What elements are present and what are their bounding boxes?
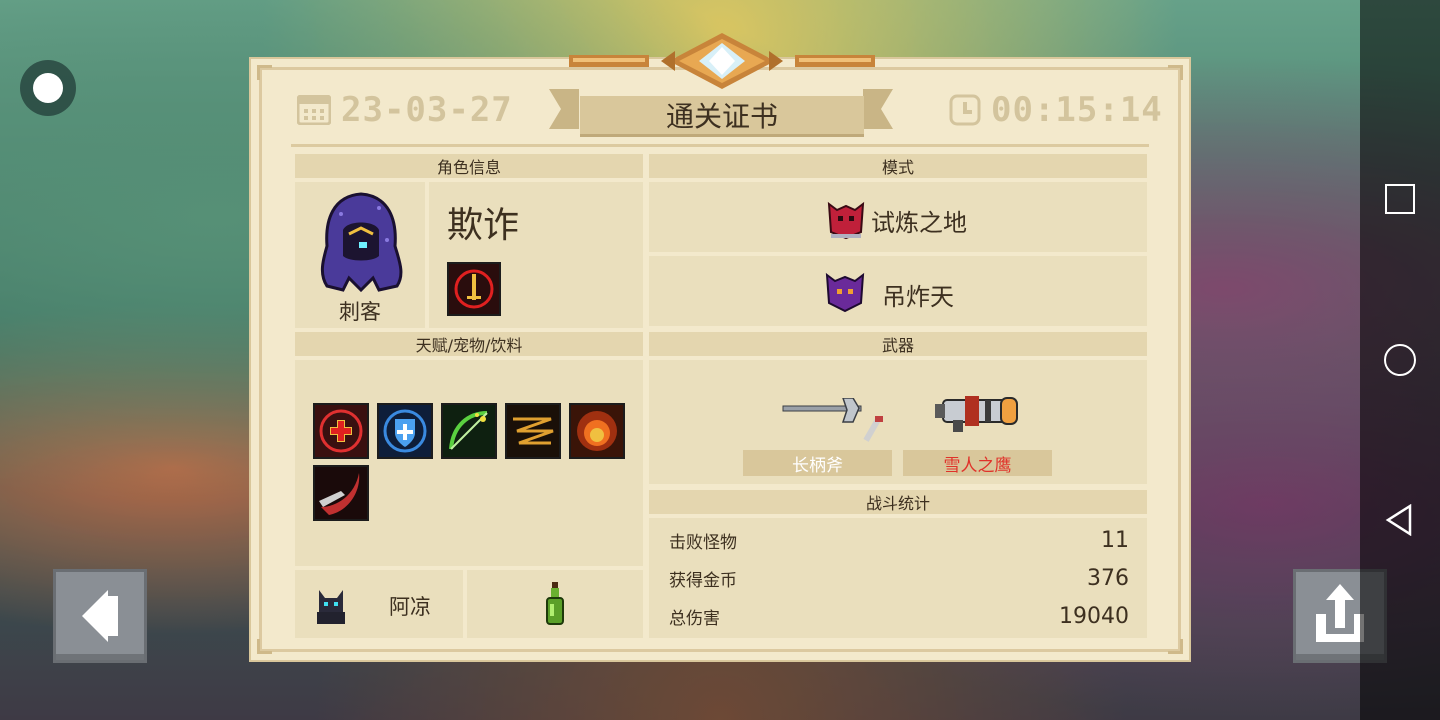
mode-name-2: 吊炸天 xyxy=(882,283,954,311)
talent-fire-icon xyxy=(569,403,625,459)
clock-icon xyxy=(949,94,981,126)
clear-certificate: 23-03-27 通关证书 00:15:14 角色信息 刺客 欺诈 模式 试炼之… xyxy=(249,33,1191,662)
stat-row-damage: 总伤害 19040 xyxy=(669,604,1129,629)
mode-name-1: 试炼之地 xyxy=(871,209,967,237)
clear-time: 00:15:14 xyxy=(949,89,1163,131)
stat-value: 11 xyxy=(1101,528,1129,553)
title-divider xyxy=(291,144,1149,147)
buffs-section-header: 天赋/宠物/饮料 xyxy=(295,332,643,356)
black-cat-pet-icon xyxy=(317,590,345,624)
date-text: 23-03-27 xyxy=(341,90,513,130)
mode-item-1: 试炼之地 xyxy=(649,182,1147,252)
home-icon[interactable] xyxy=(1384,344,1416,376)
pet-name: 阿凉 xyxy=(389,595,431,619)
calendar-icon xyxy=(297,95,331,125)
left-arrow-icon xyxy=(82,590,118,642)
recent-apps-icon[interactable] xyxy=(1385,184,1415,214)
system-navigation-bar xyxy=(1360,0,1440,720)
character-class-name: 刺客 xyxy=(339,300,381,324)
clear-date: 23-03-27 xyxy=(297,89,513,131)
badass-mode-icon xyxy=(825,272,865,313)
stat-label: 获得金币 xyxy=(669,571,737,591)
skin-name: 欺诈 xyxy=(447,205,520,246)
stat-label: 击败怪物 xyxy=(669,533,737,553)
character-portrait-panel: 刺客 xyxy=(295,182,425,328)
weapons-section-header: 武器 xyxy=(649,332,1147,356)
record-button[interactable] xyxy=(20,60,76,116)
stat-value: 19040 xyxy=(1059,604,1129,629)
weapon-1-label: 长柄斧 xyxy=(743,450,892,476)
green-bottle-drink-icon xyxy=(546,582,564,625)
stat-value: 376 xyxy=(1087,566,1129,591)
trial-mode-icon xyxy=(827,201,865,240)
talent-bow-icon xyxy=(441,403,497,459)
weapon-2-name: 雪人之鹰 xyxy=(943,455,1012,476)
stat-label: 总伤害 xyxy=(669,609,720,629)
weapon-2-label: 雪人之鹰 xyxy=(903,450,1052,476)
talent-heart-icon xyxy=(313,403,369,459)
time-text: 00:15:14 xyxy=(991,90,1163,130)
talents-panel xyxy=(295,360,643,566)
stat-row-coins: 获得金币 376 xyxy=(669,566,1129,591)
character-section-header: 角色信息 xyxy=(295,154,643,178)
talent-slash-icon xyxy=(313,465,369,521)
talent-shield-icon xyxy=(377,403,433,459)
skill-icon xyxy=(447,262,501,316)
mode-item-2: 吊炸天 xyxy=(649,256,1147,326)
halberd-weapon-icon xyxy=(782,398,883,442)
diamond-crest-icon xyxy=(569,33,875,89)
sword-skill-icon xyxy=(454,269,494,309)
mode-section-header: 模式 xyxy=(649,154,1147,178)
stat-row-kills: 击败怪物 11 xyxy=(669,528,1129,553)
back-button[interactable] xyxy=(53,569,147,663)
pet-panel: 阿凉 xyxy=(295,570,463,638)
drink-panel xyxy=(467,570,643,638)
snowman-hawk-weapon-icon xyxy=(935,396,1018,432)
certificate-title: 通关证书 xyxy=(580,96,864,137)
weapon-1-name: 长柄斧 xyxy=(792,455,843,476)
assassin-character-icon xyxy=(320,192,403,293)
talent-speed-icon xyxy=(505,403,561,459)
stats-section-header: 战斗统计 xyxy=(649,490,1147,514)
character-skin-panel: 欺诈 xyxy=(429,182,643,328)
weapons-panel xyxy=(649,360,1147,484)
back-triangle-icon[interactable] xyxy=(1384,504,1416,536)
